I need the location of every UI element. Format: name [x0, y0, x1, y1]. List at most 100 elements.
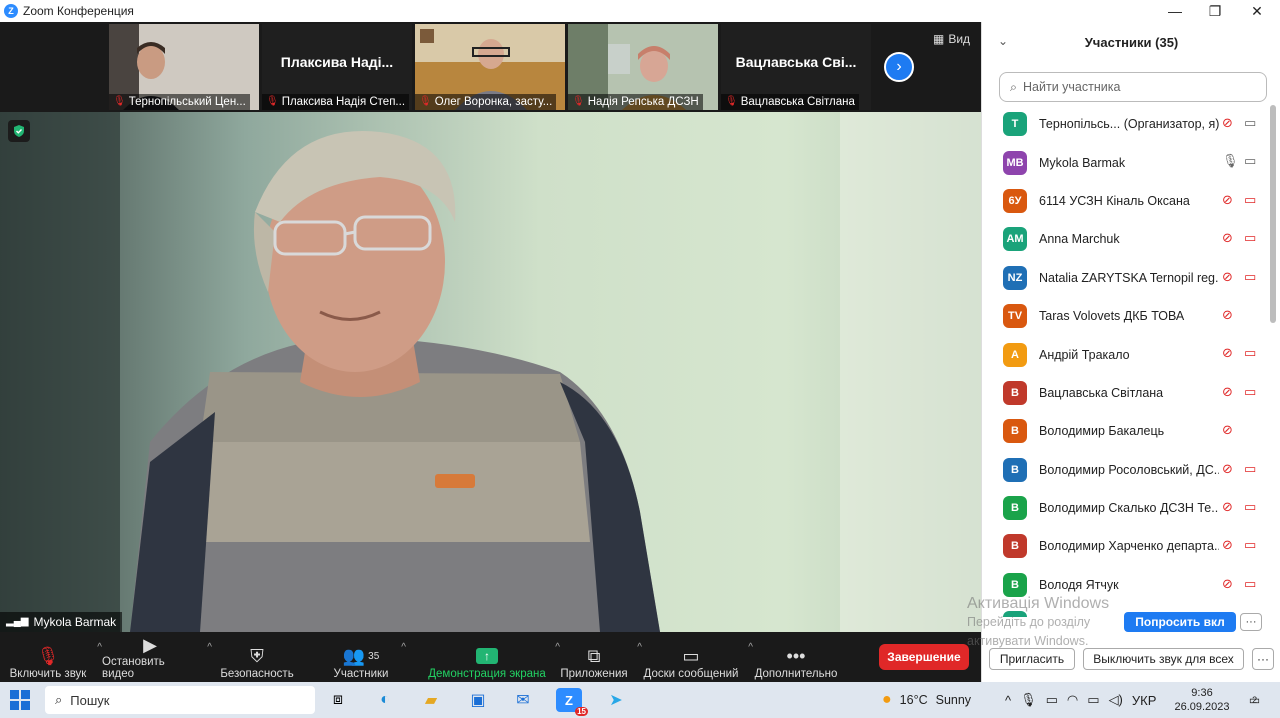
video-off-icon[interactable]: ▭: [1244, 461, 1256, 477]
participant-thumbnail[interactable]: 🎙︎ Тернопільський Цен...: [109, 24, 259, 110]
whiteboards-button[interactable]: ▭ Доски сообщений ^: [643, 636, 753, 680]
telegram-icon[interactable]: ➤: [603, 688, 629, 712]
notification-icon[interactable]: ▭ 2: [1242, 691, 1264, 709]
participant-row[interactable]: T Тернопільсь... (Организатор, я) ⊘ ▭: [982, 105, 1272, 143]
video-camera-icon[interactable]: ▭: [1244, 153, 1256, 169]
mic-muted-icon[interactable]: ⊘: [1222, 192, 1233, 208]
mic-muted-icon[interactable]: ⊘: [1222, 499, 1233, 515]
stop-video-button[interactable]: ▶︎ Остановить видео ^: [102, 635, 212, 680]
video-camera-icon[interactable]: ▭: [1244, 115, 1256, 131]
apps-button[interactable]: ⧉ Приложения ^: [560, 636, 642, 680]
caret-up-icon[interactable]: ^: [637, 642, 642, 653]
avatar: MB: [1003, 150, 1027, 175]
weather-widget[interactable]: ● 16°C Sunny: [882, 682, 971, 718]
mic-muted-icon[interactable]: ⊘: [1222, 307, 1233, 323]
mic-muted-icon[interactable]: ⊘: [1222, 422, 1233, 438]
network-icon[interactable]: ▭: [1087, 692, 1099, 708]
taskbar-search[interactable]: ⌕ Пошук: [45, 686, 315, 714]
participant-name: Володимир Харченко департа...: [1039, 539, 1219, 554]
volume-icon[interactable]: ◁): [1109, 692, 1123, 708]
participant-row[interactable]: В Володимир Скалько ДСЗН Те... ⊘ ▭: [982, 489, 1272, 527]
video-off-icon[interactable]: ▭: [1244, 269, 1256, 285]
maximize-button[interactable]: ❐: [1195, 0, 1235, 22]
participant-name: Taras Volovets ДКБ ТОВА: [1039, 309, 1185, 324]
participant-thumbnail[interactable]: Плаксива Наді... 🎙︎ Плаксива Надія Степ..…: [262, 24, 412, 110]
participant-thumbnail[interactable]: 🎙︎ Надія Репська ДСЗН: [568, 24, 718, 110]
mail-icon[interactable]: ✉: [510, 688, 536, 712]
chevron-up-icon[interactable]: ^: [1005, 693, 1011, 708]
video-off-icon[interactable]: ▭: [1244, 192, 1256, 208]
view-button[interactable]: ▦ Вид: [933, 32, 970, 46]
participant-row[interactable]: NZ Natalia ZARYTSKA Ternopil reg... ⊘ ▭: [982, 259, 1272, 297]
mic-muted-icon[interactable]: ⊘: [1222, 230, 1233, 246]
participant-row[interactable]: В Володимир Росоловський, ДС... ⊘ ▭: [982, 451, 1272, 489]
video-off-icon[interactable]: ▭: [1244, 576, 1256, 592]
participant-thumbnail[interactable]: Вацлавська Сві... 🎙︎ Вацлавська Світлана: [721, 24, 871, 110]
zoom-badge: 15: [575, 707, 588, 716]
mic-muted-icon[interactable]: ⊘: [1222, 576, 1233, 592]
video-off-icon[interactable]: ▭: [1244, 537, 1256, 553]
video-off-icon[interactable]: ▭: [1244, 499, 1256, 515]
share-screen-button[interactable]: ↑ Демонстрация экрана ^: [428, 636, 560, 680]
video-off-icon[interactable]: ▭: [1244, 230, 1256, 246]
ask-to-unmute-button[interactable]: Попросить вкл: [1124, 612, 1236, 632]
caret-up-icon[interactable]: ^: [207, 642, 212, 653]
mic-muted-icon[interactable]: ⊘: [1222, 345, 1233, 361]
participant-more-button[interactable]: ···: [1240, 613, 1262, 631]
security-button[interactable]: ⛨ Безопасность: [220, 636, 293, 681]
clock-date: 26.09.2023: [1174, 701, 1230, 713]
task-view-icon[interactable]: ⧈: [325, 688, 351, 712]
mic-muted-icon[interactable]: ⊘: [1222, 461, 1233, 477]
microphone-icon[interactable]: 🎙︎: [1222, 153, 1239, 169]
video-off-icon[interactable]: ▭: [1244, 345, 1256, 361]
unmute-button[interactable]: 🎙︎ Включить звук ^: [8, 636, 102, 680]
participant-row[interactable]: В Володя Ятчук ⊘ ▭: [982, 566, 1272, 604]
participant-row[interactable]: В Володимир Бакалець ⊘: [982, 412, 1272, 450]
minimize-button[interactable]: —: [1155, 0, 1195, 22]
battery-icon[interactable]: ▭: [1046, 692, 1058, 708]
encryption-shield-icon[interactable]: [8, 120, 30, 142]
next-page-button[interactable]: ›: [884, 52, 914, 82]
wifi-icon[interactable]: ◠: [1067, 692, 1078, 708]
participant-row[interactable]: В Вацлавська Світлана ⊘ ▭: [982, 374, 1272, 412]
participant-thumbnail[interactable]: 🎙︎ Олег Воронка, засту...: [415, 24, 565, 110]
end-meeting-button[interactable]: Завершение: [879, 644, 969, 670]
more-label: Дополнительно: [754, 668, 838, 680]
microphone-icon[interactable]: 🎙︎: [1020, 692, 1037, 708]
edge-browser-icon[interactable]: ◐: [372, 688, 398, 712]
panel-scrollbar[interactable]: [1270, 105, 1276, 323]
participant-row[interactable]: AM Anna Marchuk ⊘ ▭: [982, 220, 1272, 258]
search-icon: ⌕: [1010, 79, 1018, 94]
more-button[interactable]: ••• Дополнительно: [754, 636, 838, 681]
invite-button[interactable]: Пригласить: [989, 648, 1075, 670]
mic-muted-icon[interactable]: ⊘: [1222, 384, 1233, 400]
language-indicator[interactable]: УКР: [1132, 693, 1157, 708]
mic-muted-icon[interactable]: ⊘: [1222, 115, 1233, 131]
participant-name: Володимир Бакалець: [1039, 424, 1165, 439]
participant-row[interactable]: А Андрій Тракало ⊘ ▭: [982, 335, 1272, 373]
participant-row[interactable]: MB Mykola Barmak 🎙︎ ▭: [982, 143, 1272, 181]
file-explorer-icon[interactable]: ▰: [418, 688, 444, 712]
panel-more-button[interactable]: ···: [1252, 648, 1274, 670]
caret-up-icon[interactable]: ^: [401, 642, 406, 653]
zoom-taskbar-icon[interactable]: Z 15: [556, 688, 588, 716]
participant-row[interactable]: В Володимир Харченко департа... ⊘ ▭: [982, 527, 1272, 565]
chevron-down-icon[interactable]: ⌄: [998, 34, 1008, 48]
avatar: AM: [1003, 227, 1027, 252]
caret-up-icon[interactable]: ^: [748, 642, 753, 653]
apps-icon: ⧉: [587, 645, 601, 666]
participants-button[interactable]: 👥 35 Участники ^: [330, 636, 406, 680]
participant-search-input[interactable]: ⌕ Найти участника: [999, 72, 1267, 102]
video-off-icon[interactable]: ▭: [1244, 384, 1256, 400]
taskbar-clock[interactable]: 9:36 26.09.2023: [1172, 686, 1232, 714]
microsoft-store-icon[interactable]: ▣: [465, 688, 491, 712]
avatar: А: [1003, 342, 1027, 367]
mic-muted-icon[interactable]: ⊘: [1222, 537, 1233, 553]
mic-muted-icon[interactable]: ⊘: [1222, 269, 1233, 285]
close-button[interactable]: ✕: [1237, 0, 1277, 22]
mute-all-button[interactable]: Выключить звук для всех: [1083, 648, 1244, 670]
participant-row[interactable]: 6У 6114 УСЗН Кіналь Оксана ⊘ ▭: [982, 182, 1272, 220]
signal-bars-icon: ▂▄▆: [6, 616, 29, 627]
participant-row[interactable]: TV Taras Volovets ДКБ ТОВА ⊘: [982, 297, 1272, 335]
windows-start-button[interactable]: [10, 690, 30, 710]
